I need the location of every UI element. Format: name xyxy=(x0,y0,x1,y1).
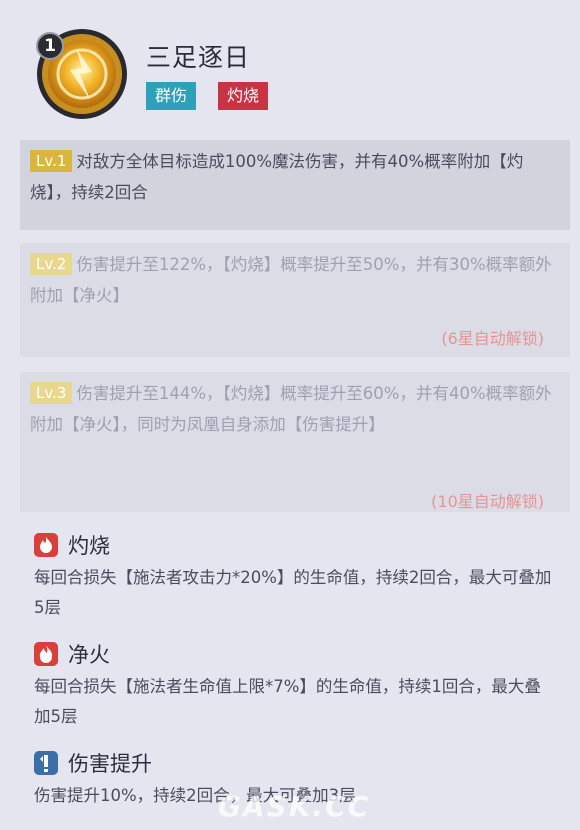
level-3-unlock: (10星自动解锁) xyxy=(431,492,544,511)
level-2-text: 伤害提升至122%，【灼烧】概率提升至50%，并有30%概率额外附加【净火】 xyxy=(30,255,552,305)
tag-aoe: 群伤 xyxy=(146,82,197,110)
fire-icon xyxy=(34,642,58,666)
skill-name: 三足逐日 xyxy=(146,43,251,72)
flame-icon xyxy=(34,533,58,557)
status-burn: 灼烧 每回合损失【施法者攻击力*20%】的生命值，持续2回合，最大可叠加5层 xyxy=(34,530,554,623)
status-dmg-title: 伤害提升 xyxy=(68,752,152,776)
level-2-description: Lv.2 伤害提升至122%，【灼烧】概率提升至50%，并有30%概率额外附加【净… xyxy=(30,249,562,311)
status-purify-fire: 净火 每回合损失【施法者生命值上限*7%】的生命值，持续1回合，最大叠加5层 xyxy=(34,639,554,732)
level-3-text: 伤害提升至144%，【灼烧】概率提升至60%，并有40%概率额外附加【净火】，同… xyxy=(30,384,552,434)
level-2-badge: Lv.2 xyxy=(30,253,73,275)
rank-badge: 1 xyxy=(36,32,64,60)
status-fire-title: 净火 xyxy=(68,643,110,667)
damage-up-icon xyxy=(34,751,58,775)
level-1-description: Lv.1 对敌方全体目标造成100%魔法伤害，并有40%概率附加【灼烧】，持续2回… xyxy=(30,146,562,208)
level-1-badge: Lv.1 xyxy=(30,150,73,172)
status-fire-desc: 每回合损失【施法者生命值上限*7%】的生命值，持续1回合，最大叠加5层 xyxy=(34,677,541,726)
tag-burn: 灼烧 xyxy=(218,82,269,110)
level-3-badge: Lv.3 xyxy=(30,382,73,404)
level-1-text: 对敌方全体目标造成100%魔法伤害，并有40%概率附加【灼烧】，持续2回合 xyxy=(30,152,524,202)
level-3-panel: Lv.3 伤害提升至144%，【灼烧】概率提升至60%，并有40%概率额外附加【净… xyxy=(20,372,570,512)
level-3-description: Lv.3 伤害提升至144%，【灼烧】概率提升至60%，并有40%概率额外附加【净… xyxy=(30,378,562,440)
skill-header: 1 三足逐日 群伤 灼烧 xyxy=(0,0,580,125)
level-2-unlock: (6星自动解锁) xyxy=(441,329,544,348)
status-burn-title: 灼烧 xyxy=(68,534,110,558)
level-1-panel: Lv.1 对敌方全体目标造成100%魔法伤害，并有40%概率附加【灼烧】，持续2回… xyxy=(20,140,570,230)
status-burn-desc: 每回合损失【施法者攻击力*20%】的生命值，持续2回合，最大可叠加5层 xyxy=(34,568,552,617)
level-2-panel: Lv.2 伤害提升至122%，【灼烧】概率提升至50%，并有30%概率额外附加【净… xyxy=(20,243,570,357)
watermark: GASK.CC xyxy=(218,790,371,823)
